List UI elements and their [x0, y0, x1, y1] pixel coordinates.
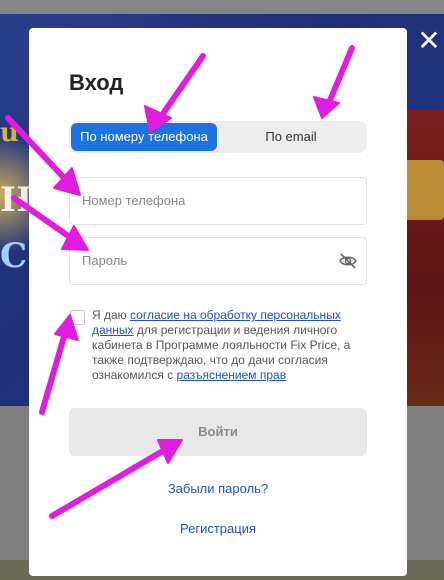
consent-text: Я даю согласие на обработку персональных…: [92, 308, 364, 383]
eye-slash-icon[interactable]: [338, 251, 358, 271]
consent-checkbox[interactable]: [70, 310, 85, 325]
login-method-tabs: По номеру телефона По email: [69, 121, 367, 153]
tab-phone[interactable]: По номеру телефона: [71, 123, 217, 151]
background-decor-letter: H: [0, 180, 33, 220]
background-decor-letter: u: [0, 118, 19, 148]
phone-placeholder: Номер телефона: [82, 193, 186, 208]
consent-link-rights[interactable]: разъяснением прав: [177, 368, 287, 382]
login-modal: Вход По номеру телефона По email Номер т…: [29, 28, 407, 576]
background-decor-letter: C: [0, 236, 28, 276]
consent-prefix: Я даю: [92, 308, 131, 322]
page-top-bar: [0, 0, 444, 14]
phone-field[interactable]: Номер телефона: [69, 177, 367, 225]
close-icon[interactable]: ✕: [416, 27, 442, 55]
forgot-password-link[interactable]: Забыли пароль?: [29, 481, 407, 496]
password-placeholder: Пароль: [82, 253, 128, 268]
password-field[interactable]: Пароль: [69, 237, 367, 285]
tab-email[interactable]: По email: [217, 123, 365, 151]
login-button[interactable]: Войти: [69, 408, 367, 456]
register-link[interactable]: Регистрация: [29, 521, 407, 536]
modal-title: Вход: [69, 70, 124, 95]
